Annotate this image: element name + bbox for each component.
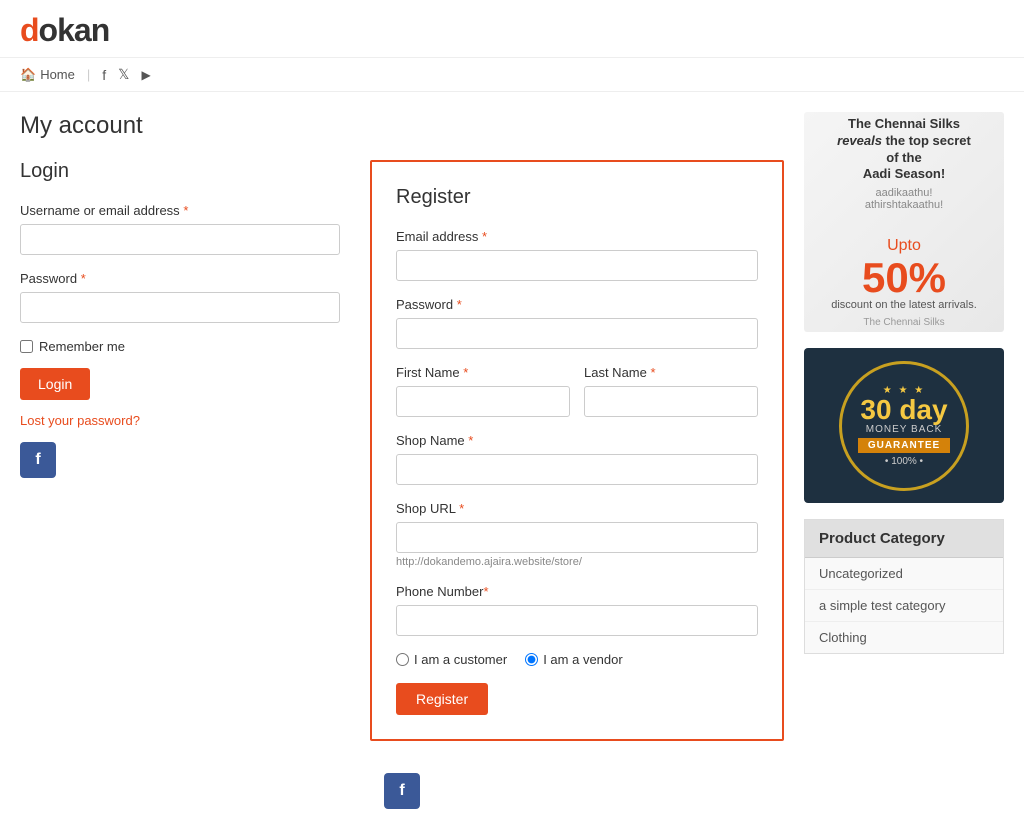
- product-category-list: Uncategorized a simple test category Clo…: [805, 558, 1003, 653]
- page-title: My account: [20, 112, 784, 140]
- nav-separator: |: [87, 67, 90, 82]
- email-label: Email address *: [396, 229, 758, 244]
- login-facebook-button[interactable]: f: [20, 442, 56, 478]
- shop-name-group: Shop Name *: [396, 433, 758, 485]
- guarantee-circle: ★ ★ ★ 30 day MONEY BACK GUARANTEE • 100%…: [839, 361, 969, 491]
- register-title: Register: [396, 186, 758, 209]
- nav-bar: 🏠 Home | f 𝕏 ▶: [0, 58, 1024, 92]
- phone-input[interactable]: [396, 605, 758, 636]
- logo-d: d: [20, 12, 39, 48]
- last-name-label: Last Name *: [584, 365, 758, 380]
- shop-url-label: Shop URL *: [396, 501, 758, 516]
- nav-youtube-icon: ▶: [141, 68, 150, 82]
- guarantee-box: ★ ★ ★ 30 day MONEY BACK GUARANTEE • 100%…: [804, 348, 1004, 503]
- phone-label: Phone Number*: [396, 584, 758, 599]
- reg-password-input[interactable]: [396, 318, 758, 349]
- reg-password-group: Password *: [396, 297, 758, 349]
- username-group: Username or email address *: [20, 203, 340, 255]
- nav-twitter-link[interactable]: 𝕏: [118, 66, 129, 83]
- remember-label: Remember me: [39, 339, 125, 354]
- remember-row: Remember me: [20, 339, 340, 354]
- sidebar: The Chennai Silks reveals the top secret…: [804, 112, 1004, 809]
- guarantee-label: GUARANTEE: [858, 438, 950, 453]
- category-clothing-link[interactable]: Clothing: [819, 630, 867, 645]
- login-button[interactable]: Login: [20, 368, 90, 400]
- guarantee-percent: • 100% •: [885, 456, 923, 467]
- vendor-radio[interactable]: [525, 653, 538, 666]
- ad-content: The Chennai Silks reveals the top secret…: [821, 112, 987, 332]
- username-label: Username or email address *: [20, 203, 340, 218]
- login-title: Login: [20, 160, 340, 183]
- guarantee-days: 30 day: [860, 396, 947, 424]
- customer-option: I am a customer: [396, 652, 507, 667]
- content-area: My account Login Username or email addre…: [20, 112, 784, 809]
- product-category-header: Product Category: [805, 520, 1003, 558]
- register-fb-wrapper: f: [20, 759, 784, 809]
- lost-password-link[interactable]: Lost your password?: [20, 413, 140, 428]
- first-name-input[interactable]: [396, 386, 570, 417]
- nav-home-link[interactable]: 🏠 Home: [20, 67, 75, 83]
- guarantee-money-back: MONEY BACK: [866, 424, 943, 435]
- list-item: a simple test category: [805, 590, 1003, 622]
- header: dokan: [0, 0, 1024, 58]
- login-section: Login Username or email address * Passwo…: [20, 160, 340, 741]
- name-row: First Name * Last Name *: [396, 365, 758, 433]
- reg-password-required: *: [457, 297, 462, 312]
- category-uncategorized-link[interactable]: Uncategorized: [819, 566, 903, 581]
- login-facebook-wrapper: f: [20, 428, 340, 478]
- password-input[interactable]: [20, 292, 340, 323]
- ad-discount-text: discount on the latest arrivals.: [831, 299, 977, 311]
- phone-group: Phone Number*: [396, 584, 758, 636]
- ad-subheadline: aadikaathu!athirshtakaathu!: [831, 187, 977, 211]
- nav-facebook-link[interactable]: f: [102, 67, 106, 83]
- remember-checkbox[interactable]: [20, 340, 33, 353]
- register-button[interactable]: Register: [396, 683, 488, 715]
- email-required: *: [482, 229, 487, 244]
- nav-youtube-link[interactable]: ▶: [141, 67, 150, 82]
- customer-label: I am a customer: [414, 652, 507, 667]
- register-facebook-button[interactable]: f: [384, 773, 420, 809]
- shop-name-input[interactable]: [396, 454, 758, 485]
- ad-percent: Upto 50%: [831, 215, 977, 299]
- customer-radio[interactable]: [396, 653, 409, 666]
- last-name-input[interactable]: [584, 386, 758, 417]
- vendor-label: I am a vendor: [543, 652, 623, 667]
- shop-name-label: Shop Name *: [396, 433, 758, 448]
- nav-facebook-icon: f: [102, 67, 106, 83]
- shop-url-hint: http://dokandemo.ajaira.website/store/: [396, 556, 758, 568]
- logo: dokan: [20, 12, 1004, 49]
- first-name-group: First Name *: [396, 365, 570, 417]
- sidebar-ad-banner: The Chennai Silks reveals the top secret…: [804, 112, 1004, 332]
- password-group: Password *: [20, 271, 340, 323]
- vendor-option: I am a vendor: [525, 652, 623, 667]
- username-required: *: [183, 203, 188, 218]
- nav-twitter-icon: 𝕏: [118, 66, 129, 82]
- home-icon: 🏠: [20, 67, 36, 83]
- password-required: *: [81, 271, 86, 286]
- ad-brand: The Chennai Silks: [831, 317, 977, 328]
- username-input[interactable]: [20, 224, 340, 255]
- customer-vendor-row: I am a customer I am a vendor: [396, 652, 758, 667]
- logo-rest: okan: [39, 12, 110, 48]
- product-category-box: Product Category Uncategorized a simple …: [804, 519, 1004, 654]
- password-label: Password *: [20, 271, 340, 286]
- main-container: My account Login Username or email addre…: [0, 92, 1024, 829]
- first-name-label: First Name *: [396, 365, 570, 380]
- register-section: Register Email address * Password *: [370, 160, 784, 741]
- email-group: Email address *: [396, 229, 758, 281]
- shop-url-group: Shop URL * http://dokandemo.ajaira.websi…: [396, 501, 758, 568]
- forms-row: Login Username or email address * Passwo…: [20, 160, 784, 741]
- shop-url-input[interactable]: [396, 522, 758, 553]
- email-input[interactable]: [396, 250, 758, 281]
- list-item: Uncategorized: [805, 558, 1003, 590]
- list-item: Clothing: [805, 622, 1003, 653]
- category-test-link[interactable]: a simple test category: [819, 598, 945, 613]
- last-name-group: Last Name *: [584, 365, 758, 417]
- nav-home-label: Home: [40, 67, 75, 82]
- reg-password-label: Password *: [396, 297, 758, 312]
- ad-headline: The Chennai Silks reveals the top secret…: [831, 116, 977, 184]
